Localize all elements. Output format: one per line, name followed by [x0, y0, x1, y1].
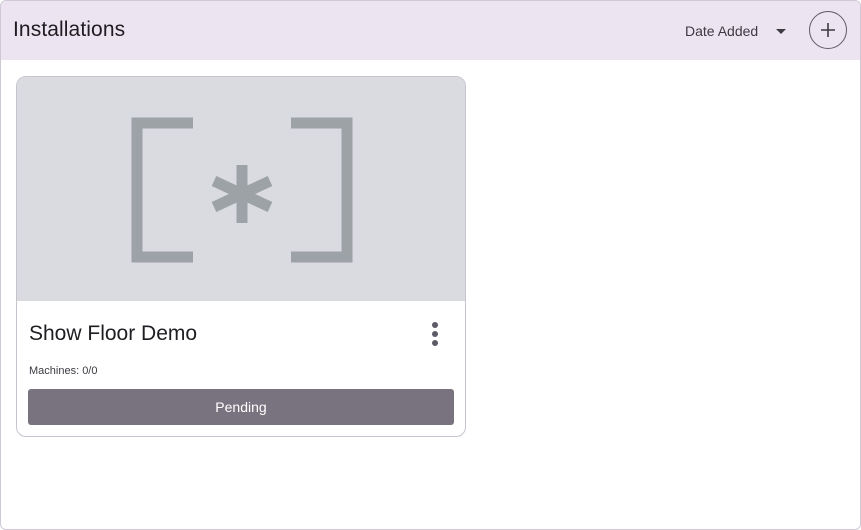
machines-count: Machines: 0/0: [29, 365, 98, 377]
app-frame: Installations Date Added Show Floor Demo…: [0, 0, 861, 530]
more-vert-icon: [432, 322, 438, 328]
header-bar: Installations Date Added: [1, 1, 860, 60]
chevron-down-icon: [776, 28, 787, 34]
more-vert-icon-dot: [432, 340, 438, 346]
more-vert-icon-dot: [432, 331, 438, 337]
plus-icon: [821, 23, 835, 37]
more-options-button[interactable]: [424, 320, 446, 348]
sort-label: Date Added: [685, 23, 759, 39]
add-installation-button[interactable]: [809, 11, 847, 49]
page-title: Installations: [13, 18, 126, 41]
sort-dropdown[interactable]: Date Added: [685, 19, 787, 43]
placeholder-image-icon: [131, 117, 353, 263]
card-thumbnail: [17, 77, 465, 301]
status-badge: Pending: [28, 389, 454, 425]
installation-card[interactable]: Show Floor Demo Machines: 0/0 Pending: [16, 76, 466, 437]
card-title: Show Floor Demo: [29, 322, 198, 345]
